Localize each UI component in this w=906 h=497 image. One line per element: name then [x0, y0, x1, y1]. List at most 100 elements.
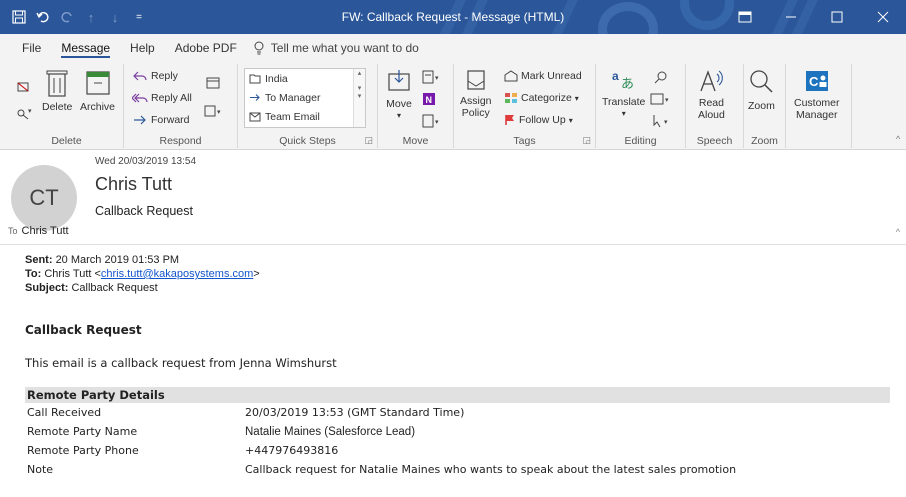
quick-steps-scroll[interactable]: ▴ ▾ ▾ [353, 69, 365, 127]
details-table: Remote Party Details Call Received 20/03… [25, 387, 890, 479]
ribbon-display-options-icon[interactable] [722, 0, 768, 34]
sent-line: Sent: 20 March 2019 01:53 PM [25, 253, 895, 267]
subject-line: Subject: Callback Request [25, 281, 895, 295]
translate-label: Translate [602, 96, 646, 108]
table-row: Remote Party Phone +447976493816 [25, 441, 890, 460]
to-line: To: Chris Tutt <chris.tutt@kakaposystems… [25, 267, 895, 281]
read-aloud-button[interactable]: Read Aloud [698, 68, 725, 121]
follow-up-button[interactable]: Follow Up ▾ [504, 114, 573, 126]
sender-name[interactable]: Chris Tutt [95, 174, 172, 195]
forward-label: Forward [151, 114, 190, 126]
collapse-ribbon-icon[interactable]: ^ [896, 134, 900, 144]
forward-button[interactable]: Forward [132, 114, 190, 126]
reply-all-icon [132, 92, 148, 104]
categorize-button[interactable]: Categorize ▾ [504, 92, 579, 104]
quick-step-label: Team Email [265, 110, 320, 123]
message-date: Wed 20/03/2019 13:54 [95, 156, 197, 167]
detail-value: Natalie Maines (Salesforce Lead) [245, 425, 416, 438]
speech-group: Read Aloud Speech [686, 64, 744, 148]
zoom-group: Zoom Zoom [744, 64, 786, 148]
reply-all-button[interactable]: Reply All [132, 92, 192, 104]
quick-steps-gallery: India To Manager Team Email ▴ ▾ ▾ [244, 68, 366, 128]
translate-button[interactable]: aあ Translate ▾ [602, 68, 645, 120]
minimize-icon[interactable] [768, 0, 814, 34]
maximize-icon[interactable] [814, 0, 860, 34]
body-intro: This email is a callback request from Je… [25, 356, 337, 370]
reply-label: Reply [151, 70, 178, 82]
quick-step-india[interactable]: India [245, 69, 365, 88]
envelope-icon [249, 112, 261, 122]
dropdown-caret-icon: ▾ [396, 111, 401, 120]
related-icon[interactable]: ▾ [650, 92, 672, 106]
trash-icon [46, 68, 68, 98]
quick-step-team-email[interactable]: Team Email [245, 107, 365, 126]
svg-text:a: a [612, 69, 619, 83]
read-aloud-icon [698, 68, 724, 94]
svg-text:▾: ▾ [28, 108, 32, 115]
detail-label: Note [27, 463, 54, 476]
zoom-button[interactable]: Zoom [748, 68, 775, 112]
manager-label: Manager [796, 109, 838, 121]
more-respond-icon[interactable]: ▾ [204, 104, 224, 118]
quick-step-to-manager[interactable]: To Manager [245, 88, 365, 107]
move-folder-icon [386, 68, 412, 94]
recipient-name[interactable]: Chris Tutt [22, 225, 69, 237]
archive-icon [85, 68, 111, 98]
meeting-icon[interactable] [206, 76, 220, 90]
dialog-launcher-icon[interactable]: ◲ [582, 135, 591, 146]
junk-icon[interactable]: ▾ [16, 106, 34, 120]
sent-label: Sent: [25, 254, 53, 266]
delete-label: Delete [42, 101, 73, 113]
move-button[interactable]: Move ▾ [386, 68, 412, 122]
close-icon[interactable] [860, 0, 906, 34]
tab-file[interactable]: File [12, 34, 51, 62]
details-heading: Remote Party Details [25, 387, 890, 403]
move-group-label: Move [402, 135, 429, 147]
quick-steps-group: India To Manager Team Email ▴ ▾ ▾ Quick St… [238, 64, 378, 148]
mark-unread-button[interactable]: Mark Unread [504, 70, 582, 82]
delete-button[interactable]: Delete [42, 68, 72, 113]
detail-value: +447976493816 [245, 444, 339, 457]
follow-up-label: Follow Up [519, 114, 566, 126]
respond-group-label: Respond [159, 135, 202, 147]
message-header: CT Wed 20/03/2019 13:54 Chris Tutt Callb… [0, 151, 906, 245]
archive-button[interactable]: Archive [80, 68, 115, 113]
window-controls [722, 0, 906, 34]
categorize-label: Categorize [521, 92, 572, 104]
forward-meta: Sent: 20 March 2019 01:53 PM To: Chris T… [25, 253, 895, 295]
detail-value: Callback request for Natalie Maines who … [245, 463, 737, 476]
to-close: > [253, 268, 260, 280]
ignore-icon[interactable] [16, 80, 30, 94]
dialog-launcher-icon[interactable]: ◲ [364, 135, 373, 146]
rules-icon[interactable]: ▾ [422, 70, 442, 84]
email-link[interactable]: chris.tutt@kakaposystems.com [101, 268, 253, 280]
customer-manager-button[interactable]: C Customer Manager [794, 68, 840, 121]
tags-group: Assign Policy Mark Unread Categorize ▾ F… [454, 64, 596, 148]
find-icon[interactable] [654, 70, 668, 84]
to-label: To: [25, 268, 42, 280]
dropdown-caret-icon: ▾ [568, 115, 573, 125]
policy-icon [464, 68, 488, 92]
tab-adobe-pdf[interactable]: Adobe PDF [165, 34, 247, 62]
detail-label: Call Received [27, 406, 102, 419]
svg-text:▾: ▾ [435, 119, 439, 126]
recipient-line: To Chris Tutt [8, 225, 69, 237]
policy-label: Policy [461, 107, 490, 119]
assign-policy-button[interactable]: Assign Policy [460, 68, 492, 119]
move-label: Move [386, 98, 412, 110]
to-label: To [8, 226, 18, 236]
tab-message[interactable]: Message [51, 34, 120, 62]
select-icon[interactable]: ▾ [652, 114, 672, 128]
onenote-icon[interactable]: N [422, 92, 436, 106]
reply-all-label: Reply All [151, 92, 192, 104]
tell-me-search[interactable]: Tell me what you want to do [253, 41, 419, 55]
table-row: Note Callback request for Natalie Maines… [25, 460, 890, 479]
tab-help[interactable]: Help [120, 34, 165, 62]
expand-header-icon[interactable]: ^ [896, 227, 900, 237]
zoom-group-label: Zoom [751, 135, 778, 147]
reply-button[interactable]: Reply [132, 70, 178, 82]
translate-icon: aあ [611, 68, 637, 92]
delete-group: ▾ Delete Archive Delete [10, 64, 124, 148]
actions-icon[interactable]: ▾ [422, 114, 442, 128]
arrow-right-icon [249, 92, 261, 103]
